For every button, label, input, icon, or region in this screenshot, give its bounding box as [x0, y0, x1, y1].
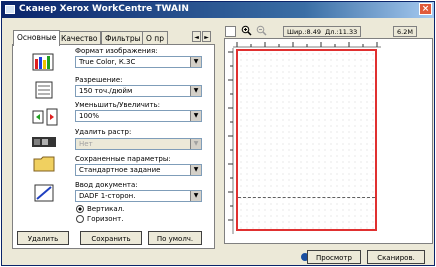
resolution-select[interactable]: 150 точ./дюйм ▼ — [75, 85, 202, 97]
saved-params-label: Сохраненные параметры: — [75, 155, 171, 163]
radio-selected-icon — [76, 205, 84, 213]
left-ruler — [228, 48, 234, 234]
chevron-down-icon[interactable]: ▼ — [190, 57, 201, 67]
width-readout: Шир.:8.49 — [287, 28, 322, 36]
descreen-value: Нет — [79, 140, 93, 148]
doc-input-value: DADF 1-сторон. — [79, 192, 136, 200]
scale-value: 100% — [79, 112, 100, 120]
resolution-icon — [35, 81, 53, 99]
zoom-out-icon[interactable] — [256, 25, 267, 36]
file-size-readout: 6.2M — [393, 26, 417, 37]
default-button[interactable]: По умолч. — [148, 231, 202, 245]
tab-quality[interactable]: Качество — [57, 31, 102, 45]
orientation-portrait-radio[interactable]: Вертикал. — [76, 205, 124, 213]
tab-scroll-left-button[interactable]: ◄ — [192, 31, 201, 42]
chevron-down-icon[interactable]: ▼ — [190, 86, 201, 96]
chevron-down-icon: ▼ — [190, 139, 201, 149]
scan-dimensions-readout: Шир.:8.49 Дл.:11.33 — [283, 26, 362, 37]
select-area-icon[interactable] — [225, 26, 236, 37]
tab-basic[interactable]: Основные — [13, 30, 61, 46]
top-ruler — [233, 42, 381, 48]
radio-unselected-icon — [76, 215, 84, 223]
tab-about[interactable]: О пр — [142, 31, 168, 45]
scale-select[interactable]: 100% ▼ — [75, 110, 202, 122]
delete-button[interactable]: Удалить — [17, 231, 69, 245]
page-grid — [238, 51, 375, 229]
save-button[interactable]: Сохранить — [80, 231, 142, 245]
close-button[interactable]: × — [419, 3, 432, 15]
orientation-landscape-label: Горизонт. — [87, 215, 124, 223]
saved-params-value: Стандартное задание — [79, 166, 161, 174]
length-readout: Дл.:11.33 — [325, 28, 358, 36]
image-format-value: True Color, К.3C — [79, 58, 136, 66]
document-input-icon — [34, 184, 54, 202]
app-icon — [5, 5, 15, 14]
title-bar: Сканер Xerox WorkCentre TWAIN × — [2, 2, 434, 18]
scale-label: Уменьшить/Увеличить: — [75, 101, 161, 109]
orientation-landscape-radio[interactable]: Горизонт. — [76, 215, 123, 223]
scan-area-page[interactable] — [236, 49, 377, 231]
scale-icon — [32, 108, 58, 126]
preview-button[interactable]: Просмотр — [307, 250, 361, 264]
descreen-select: Нет ▼ — [75, 138, 202, 150]
tab-filters[interactable]: Фильтры — [101, 31, 145, 45]
zoom-in-icon[interactable] — [241, 25, 252, 36]
image-format-icon — [32, 53, 54, 71]
doc-input-select[interactable]: DADF 1-сторон. ▼ — [75, 190, 202, 202]
chevron-down-icon[interactable]: ▼ — [190, 111, 201, 121]
orientation-portrait-label: Вертикал. — [87, 205, 125, 213]
folder-icon — [33, 156, 55, 172]
resolution-value: 150 точ./дюйм — [79, 87, 133, 95]
image-format-label: Формат изображения: — [75, 47, 158, 55]
tab-scroll-right-button[interactable]: ► — [202, 31, 211, 42]
chevron-down-icon[interactable]: ▼ — [190, 191, 201, 201]
image-format-select[interactable]: True Color, К.3C ▼ — [75, 56, 202, 68]
descreen-label: Удалить растр: — [75, 128, 132, 136]
resolution-label: Разрешение: — [75, 76, 123, 84]
saved-params-select[interactable]: Стандартное задание ▼ — [75, 164, 202, 176]
page-boundary-dashed-line — [238, 197, 375, 198]
doc-input-label: Ввод документа: — [75, 181, 138, 189]
scan-button[interactable]: Сканиров. — [367, 250, 425, 264]
window-title: Сканер Xerox WorkCentre TWAIN — [19, 4, 189, 14]
descreen-icon — [32, 137, 56, 147]
chevron-down-icon[interactable]: ▼ — [190, 165, 201, 175]
